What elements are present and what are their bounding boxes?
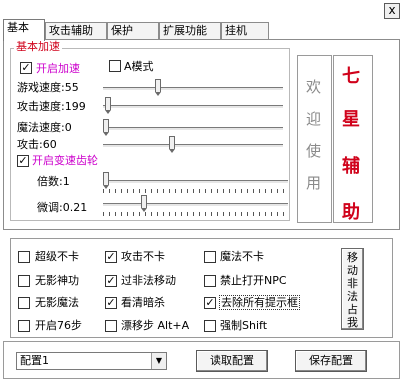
attack-speed-slider-track[interactable] [103,105,283,109]
close-button[interactable]: x [384,3,400,19]
option-label: 漂移步 Alt+A [121,319,190,332]
attack-speed-label: 攻击速度:199 [17,100,86,113]
option-checkbox[interactable] [204,275,216,287]
fine-tune-slider-track[interactable] [103,203,288,207]
multiplier-value: 1 [62,175,70,188]
option-label: 开启76步 [35,319,82,332]
enable-gear-checkbox[interactable]: ✓ [17,155,29,167]
welcome-char: 使 [306,142,322,160]
attack-speed-value: 199 [64,100,86,113]
enable-gear-label: 开启变速齿轮 [32,154,98,167]
fine-tune-slider-thumb[interactable] [140,195,147,212]
game-speed-label: 游戏速度:55 [17,81,79,94]
multiplier-ticks [103,189,288,193]
fine-tune-ticks [103,212,288,216]
config-select-value: 配置1 [20,354,49,367]
attack-slider-track[interactable] [103,144,283,148]
attack-slider-thumb[interactable] [169,136,176,153]
a-mode-checkbox[interactable] [109,60,121,72]
multiplier-label: 倍数:1 [37,175,70,188]
app-title-char: 七 [342,66,360,87]
tab-attack-assist[interactable]: 攻击辅助 [45,22,107,39]
option-checkbox[interactable] [204,251,216,263]
welcome-char: 用 [306,174,322,192]
config-select[interactable]: 配置1 ▼ [16,352,167,370]
option-label: 过非法移动 [121,274,176,287]
welcome-char: 迎 [306,110,322,128]
move-button-char: 动 [347,264,358,277]
move-button-char: 法 [347,290,358,303]
magic-speed-label: 魔法速度:0 [17,121,72,134]
attack-speed-caption: 攻击速度: [17,100,65,113]
option-checkbox[interactable] [18,297,30,309]
app-title-char: 辅 [342,156,360,177]
game-speed-slider-thumb[interactable] [155,79,162,96]
option-label: 强制Shift [220,319,268,332]
magic-speed-slider-track[interactable] [103,127,283,131]
multiplier-slider-track[interactable] [103,180,288,184]
option-checkbox[interactable] [18,320,30,332]
option-label: 无影神功 [35,274,79,287]
option-label: 禁止打开NPC [220,274,287,287]
move-button-char: 移 [347,251,358,264]
magic-speed-value: 0 [64,121,72,134]
app-title-char: 助 [342,202,360,223]
attack-value: 60 [42,138,57,151]
magic-speed-slider-thumb[interactable] [103,119,109,136]
game-speed-slider-track[interactable] [103,87,283,91]
option-label: 去除所有提示框 [219,295,300,310]
option-label: 看清暗杀 [121,296,165,309]
save-config-button[interactable]: 保存配置 [295,350,367,372]
multiplier-slider-thumb[interactable] [103,172,109,189]
tab-basic[interactable]: 基本 [3,19,45,41]
attack-label: 攻击:60 [17,138,57,151]
welcome-char: 欢 [306,78,322,96]
chevron-down-icon[interactable]: ▼ [151,353,166,369]
read-config-button[interactable]: 读取配置 [196,350,268,372]
option-checkbox[interactable]: ✓ [105,275,117,287]
enable-accel-label: 开启加速 [36,62,80,75]
attack-speed-slider-thumb[interactable] [104,97,111,114]
fine-tune-value: 0.21 [62,201,88,214]
attack-caption: 攻击: [17,138,43,151]
option-checkbox[interactable] [18,275,30,287]
move-button-char: 占 [347,303,358,316]
a-mode-label: A模式 [124,60,154,73]
multiplier-caption: 倍数: [37,175,63,188]
move-button-char: 非 [347,277,358,290]
tab-afk[interactable]: 挂机 [221,22,269,39]
option-label: 攻击不卡 [121,250,165,263]
option-label: 魔法不卡 [220,250,264,263]
fine-tune-caption: 微调: [37,201,63,214]
option-checkbox[interactable] [204,320,216,332]
fine-tune-label: 微调:0.21 [37,201,87,214]
tab-protect[interactable]: 保护 [107,22,159,39]
option-checkbox[interactable] [105,320,117,332]
tab-extensions[interactable]: 扩展功能 [159,22,221,39]
option-checkbox[interactable]: ✓ [204,297,216,309]
magic-speed-caption: 魔法速度: [17,121,65,134]
move-button-char: 我 [347,316,358,329]
option-label: 超级不卡 [35,250,79,263]
enable-accel-checkbox[interactable]: ✓ [20,62,32,74]
option-checkbox[interactable]: ✓ [105,297,117,309]
move-illegal-button[interactable]: 移动非法占我 [341,248,364,330]
app-title-char: 星 [342,109,360,130]
option-checkbox[interactable] [18,251,30,263]
app-window: { "tabs": ["基本", "攻击辅助", "保护", "扩展功能", "… [0,0,405,383]
game-speed-caption: 游戏速度: [17,81,65,94]
basic-accel-title: 基本加速 [14,40,62,54]
game-speed-value: 55 [64,81,79,94]
option-checkbox[interactable]: ✓ [105,251,117,263]
option-label: 无影魔法 [35,296,79,309]
